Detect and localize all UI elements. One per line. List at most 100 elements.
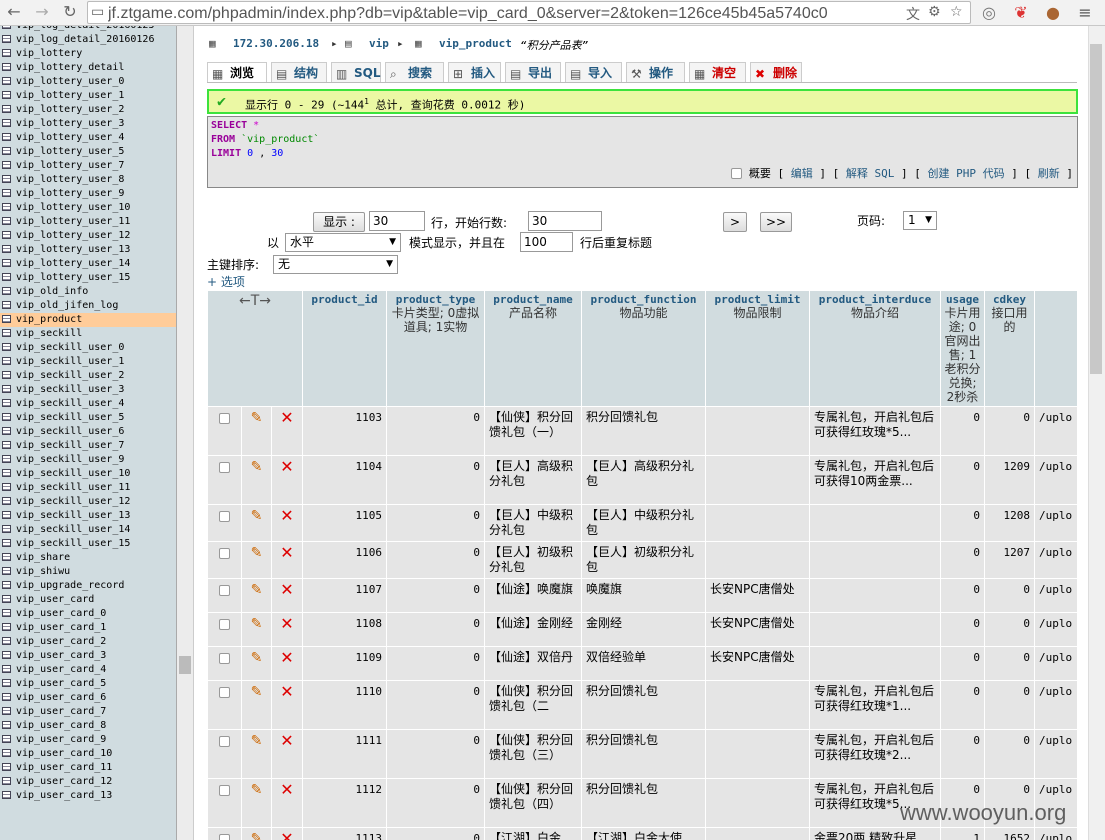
sidebar-table-item[interactable]: vip_user_card_0 — [0, 607, 176, 621]
tab-insert[interactable]: ⊞ 插入 — [448, 62, 501, 83]
column-name[interactable]: product_function — [585, 293, 702, 306]
red-x-icon[interactable]: ✕ — [280, 731, 293, 750]
delete-cell[interactable]: ✕ — [271, 455, 303, 505]
sidebar-table-item[interactable]: vip_user_card_3 — [0, 649, 176, 663]
red-x-icon[interactable]: ✕ — [280, 506, 293, 525]
row-checkbox[interactable] — [219, 785, 230, 796]
column-name[interactable]: product_interduce — [813, 293, 937, 306]
column-name[interactable]: product_id — [306, 293, 383, 306]
pencil-icon[interactable]: ✎ — [251, 582, 263, 598]
delete-cell[interactable]: ✕ — [271, 504, 303, 542]
row-checkbox[interactable] — [219, 548, 230, 559]
sidebar-table-item[interactable]: vip_lottery_user_2 — [0, 103, 176, 117]
red-x-icon[interactable]: ✕ — [280, 682, 293, 701]
sidebar-table-item[interactable]: vip_seckill_user_10 — [0, 467, 176, 481]
column-header-cdkey[interactable]: cdkey 接口用的 — [984, 290, 1035, 407]
delete-cell[interactable]: ✕ — [271, 680, 303, 730]
sidebar-table-item[interactable]: vip_user_card_6 — [0, 691, 176, 705]
row-checkbox-cell[interactable] — [207, 541, 242, 579]
sidebar-table-item[interactable]: vip_seckill_user_12 — [0, 495, 176, 509]
column-header-usage[interactable]: usage 卡片用途; 0官网出售; 1老积分兑换; 2秒杀 — [940, 290, 985, 407]
tab-empty[interactable]: ▦ 清空 — [689, 62, 746, 83]
tab-sql[interactable]: ▥ SQL — [331, 62, 381, 83]
profile-checkbox[interactable] — [731, 168, 743, 179]
tab-drop[interactable]: ✖ 删除 — [750, 62, 802, 83]
extension-circle-icon[interactable]: ◎ — [978, 2, 1000, 24]
create-php-link[interactable]: 创建 PHP 代码 — [928, 167, 1005, 180]
row-checkbox[interactable] — [219, 834, 230, 840]
sidebar-table-item[interactable]: vip_old_info — [0, 285, 176, 299]
edit-cell[interactable]: ✎ — [241, 646, 272, 681]
sidebar-table-item[interactable]: vip_user_card_13 — [0, 789, 176, 803]
breadcrumb-server[interactable]: 172.30.206.18 — [233, 37, 319, 50]
display-mode-select[interactable]: 水平 ▼ — [285, 233, 401, 252]
sidebar-table-item[interactable]: vip_shiwu — [0, 565, 176, 579]
cookie-icon[interactable]: ● — [1042, 2, 1064, 24]
pencil-icon[interactable]: ✎ — [251, 684, 263, 700]
sidebar-table-item[interactable]: vip_seckill_user_0 — [0, 341, 176, 355]
sidebar-table-item[interactable]: vip_product — [0, 313, 176, 327]
row-checkbox[interactable] — [219, 511, 230, 522]
start-row-input[interactable] — [528, 211, 602, 231]
reload-icon[interactable]: ↻ — [60, 2, 80, 22]
sidebar-table-item[interactable]: vip_user_card_4 — [0, 663, 176, 677]
red-x-icon[interactable]: ✕ — [280, 543, 293, 562]
row-checkbox-cell[interactable] — [207, 578, 242, 613]
row-checkbox-cell[interactable] — [207, 406, 242, 456]
sidebar-table-item[interactable]: vip_seckill_user_7 — [0, 439, 176, 453]
sidebar-table-item[interactable]: vip_lottery_user_14 — [0, 257, 176, 271]
pencil-icon[interactable]: ✎ — [251, 782, 263, 798]
row-checkbox[interactable] — [219, 585, 230, 596]
pencil-icon[interactable]: ✎ — [251, 410, 263, 426]
edit-cell[interactable]: ✎ — [241, 541, 272, 579]
sidebar-table-item[interactable]: vip_seckill_user_5 — [0, 411, 176, 425]
extension-icon[interactable]: ⚙ — [928, 4, 941, 20]
last-page-button[interactable]: >> — [760, 212, 792, 232]
row-checkbox-cell[interactable] — [207, 646, 242, 681]
column-name[interactable]: product_limit — [709, 293, 806, 306]
sidebar-table-item[interactable]: vip_user_card_8 — [0, 719, 176, 733]
sidebar-table-item[interactable]: vip_user_card_7 — [0, 705, 176, 719]
sidebar-table-item[interactable]: vip_lottery_user_11 — [0, 215, 176, 229]
edit-cell[interactable]: ✎ — [241, 729, 272, 779]
sidebar-table-item[interactable]: vip_upgrade_record — [0, 579, 176, 593]
sidebar-table-item[interactable]: vip_seckill_user_9 — [0, 453, 176, 467]
tab-browse[interactable]: ▦ 浏览 — [207, 62, 267, 83]
sidebar-table-item[interactable]: vip_seckill_user_13 — [0, 509, 176, 523]
red-x-icon[interactable]: ✕ — [280, 780, 293, 799]
delete-cell[interactable]: ✕ — [271, 578, 303, 613]
sidebar-table-item[interactable]: vip_user_card_11 — [0, 761, 176, 775]
pencil-icon[interactable]: ✎ — [251, 733, 263, 749]
row-checkbox[interactable] — [219, 619, 230, 630]
back-arrow-icon[interactable]: ← — [4, 2, 24, 22]
show-button[interactable]: 显示 : — [313, 212, 365, 232]
delete-cell[interactable]: ✕ — [271, 541, 303, 579]
sidebar-table-item[interactable]: vip_seckill_user_15 — [0, 537, 176, 551]
column-header-product-interduce[interactable]: product_interduce 物品介绍 — [809, 290, 941, 407]
sidebar-table-item[interactable]: vip_seckill_user_3 — [0, 383, 176, 397]
sidebar-table-item[interactable]: vip_lottery_user_5 — [0, 145, 176, 159]
repeat-header-input[interactable] — [520, 232, 573, 252]
page-select[interactable]: 1 ▼ — [903, 211, 937, 230]
sidebar-table-item[interactable]: vip_lottery — [0, 47, 176, 61]
column-header-product-id[interactable]: product_id — [302, 290, 387, 407]
sidebar-table-item[interactable]: vip_seckill_user_11 — [0, 481, 176, 495]
column-header-product-name[interactable]: product_name 产品名称 — [484, 290, 582, 407]
sidebar-table-item[interactable]: vip_old_jifen_log — [0, 299, 176, 313]
column-header-product-function[interactable]: product_function 物品功能 — [581, 290, 706, 407]
edit-sql-link[interactable]: 编辑 — [791, 167, 813, 180]
row-checkbox-cell[interactable] — [207, 729, 242, 779]
row-checkbox-cell[interactable] — [207, 778, 242, 828]
edit-cell[interactable]: ✎ — [241, 406, 272, 456]
column-resize-arrows-icon[interactable]: ←T→ — [207, 290, 303, 407]
row-checkbox[interactable] — [219, 462, 230, 473]
translate-icon[interactable]: 文 — [906, 4, 920, 24]
row-checkbox-cell[interactable] — [207, 612, 242, 647]
url-text[interactable]: jf.ztgame.com/phpadmin/index.php?db=vip&… — [108, 5, 888, 23]
delete-cell[interactable]: ✕ — [271, 612, 303, 647]
sidebar-table-item[interactable]: vip_lottery_user_10 — [0, 201, 176, 215]
sidebar-table-item[interactable]: vip_user_card_2 — [0, 635, 176, 649]
sidebar-table-item[interactable]: vip_lottery_user_13 — [0, 243, 176, 257]
sidebar-table-item[interactable]: vip_user_card — [0, 593, 176, 607]
pencil-icon[interactable]: ✎ — [251, 508, 263, 524]
